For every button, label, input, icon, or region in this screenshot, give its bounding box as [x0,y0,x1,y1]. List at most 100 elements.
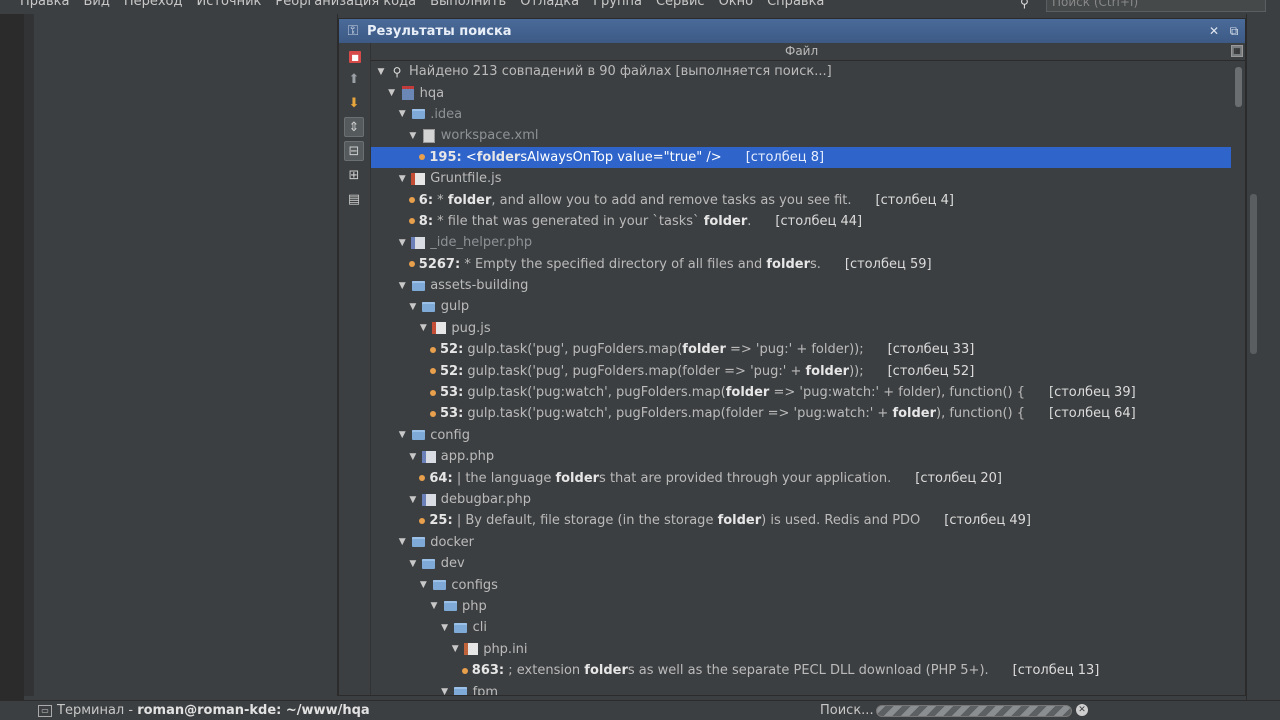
tree-node[interactable]: ▼ docker [371,532,1231,553]
tree-node[interactable]: ▼ assets-building [371,275,1231,296]
tree-node[interactable]: ▼ fpm [371,681,1231,695]
expand-arrow-icon[interactable]: ▼ [439,687,451,695]
match-row[interactable]: 8: * file that was generated in your `ta… [371,211,1231,232]
tree-node[interactable]: ▼ gulp [371,296,1231,317]
match-row[interactable]: 25: | By default, file storage (in the s… [371,510,1231,531]
menu-item[interactable]: Окно [719,0,754,9]
expand-arrow-icon[interactable]: ▼ [396,281,408,291]
tree-node[interactable]: ▼ hqa [371,82,1231,103]
match-row[interactable]: 64: | the language folders that are prov… [371,467,1231,488]
tree-node[interactable]: ▼ app.php [371,446,1231,467]
expand-arrow-icon[interactable]: ▼ [407,452,419,462]
tree-node[interactable]: ▼ workspace.xml [371,125,1231,146]
stop-icon[interactable]: ■ [349,51,361,63]
tree-icon[interactable]: ⊞ [344,165,364,185]
match-row[interactable]: 6: * folder, and allow you to add and re… [371,189,1231,210]
tree-node[interactable]: ▼ .idea [371,104,1231,125]
terminal-icon[interactable]: ▭ [38,704,52,717]
close-icon[interactable]: ✕ [1205,24,1223,38]
expand-arrow-icon[interactable]: ▼ [396,537,408,547]
match-row[interactable]: 5267: * Empty the specified directory of… [371,254,1231,275]
match-row[interactable]: 52: gulp.task('pug', pugFolders.map(fold… [371,360,1231,381]
arrow-up-icon[interactable]: ⬆ [344,69,364,89]
menu-item[interactable]: Отладка [520,0,579,9]
column-info: [столбец 8] [745,149,825,165]
tree-node[interactable]: ▼ php [371,596,1231,617]
php-icon [421,493,437,507]
ini-icon [463,642,479,656]
expand-arrow-icon[interactable]: ▼ [386,88,398,98]
arrow-down-icon[interactable]: ⬇ [344,93,364,113]
menu-item[interactable]: Сервис [656,0,705,9]
match-prefix: gulp.task('pug', pugFolders.map( [463,342,683,358]
menu-item[interactable]: Справка [767,0,824,9]
tree-node[interactable]: ▼ config [371,425,1231,446]
menu-item[interactable]: Выполнить [430,0,506,9]
expand-arrow-icon[interactable]: ▼ [396,174,408,184]
tree-node[interactable]: ▼ pug.js [371,318,1231,339]
match-highlight: folder [717,513,762,529]
menu-item[interactable]: Вид [83,0,109,9]
scrollbar-thumb[interactable] [1235,67,1242,107]
match-text: 8: * file that was generated in your `ta… [419,214,752,229]
expand-arrow-icon[interactable]: ▼ [396,109,408,119]
tree-node[interactable]: ▼ dev [371,553,1231,574]
expand-icon[interactable]: ⇕ [344,117,364,137]
menu-item[interactable]: Переход [124,0,183,9]
match-suffix: s as well as the separate PECL DLL downl… [627,663,989,679]
match-suffix: ) is used. Redis and PDO [761,513,921,529]
expand-arrow-icon[interactable]: ▼ [428,601,440,611]
match-row[interactable]: 53: gulp.task('pug:watch', pugFolders.ma… [371,382,1231,403]
line-number: 52: [440,342,464,358]
group-icon[interactable]: ⊟ [344,141,364,161]
expand-arrow-icon[interactable]: ▼ [439,623,451,633]
global-search-input[interactable]: Поиск (Ctrl+I) [1046,0,1266,12]
search-summary: Найдено 213 совпадений в 90 файлах [выпо… [409,64,832,80]
match-row[interactable]: 195: <foldersAlwaysOnTop value="true" />… [371,146,1231,168]
tree-node[interactable]: ▼ configs [371,574,1231,595]
menu-item[interactable]: Реорганизация кода [275,0,416,9]
expand-arrow-icon[interactable]: ▼ [396,430,408,440]
folder-icon [421,300,437,314]
match-suffix: => 'pug:' + folder)); [725,342,864,358]
tree-node[interactable]: ▼ php.ini [371,639,1231,660]
menu-item[interactable]: Правка [20,0,69,9]
expand-arrow-icon[interactable]: ▼ [407,131,419,141]
expand-arrow-icon[interactable]: ▼ [417,580,429,590]
results-titlebar[interactable]: ⚿ Результаты поиска ✕ ⧉ [339,19,1245,43]
folder-icon [442,599,458,613]
column-settings-icon[interactable]: ▦ [1231,45,1243,57]
menu-item[interactable]: Группа [593,0,642,9]
results-scrollbar[interactable] [1232,61,1244,695]
summary-row[interactable]: ▼ Найдено 213 совпадений в 90 файлах [вып… [371,61,1231,82]
expand-arrow-icon[interactable]: ▼ [396,238,408,248]
match-row[interactable]: 52: gulp.task('pug', pugFolders.map(fold… [371,339,1231,360]
match-prefix: | By default, file storage (in the stora… [452,513,718,529]
expand-arrow-icon[interactable]: ▼ [375,67,387,77]
expand-arrow-icon[interactable]: ▼ [407,559,419,569]
editor-scrollbar-thumb[interactable] [1250,194,1257,354]
expand-arrow-icon[interactable]: ▼ [407,302,419,312]
tree-node[interactable]: ▼ Gruntfile.js [371,168,1231,189]
match-suffix: => 'pug:watch:' + folder), function() { [769,385,1025,401]
tree-node[interactable]: ▼ cli [371,617,1231,638]
expand-arrow-icon[interactable]: ▼ [417,323,429,333]
global-search[interactable]: ⚲ Поиск (Ctrl+I) [1020,0,1266,12]
cancel-icon[interactable]: ✕ [1076,704,1088,716]
expand-arrow-icon[interactable]: ▼ [407,495,419,505]
match-row[interactable]: 53: gulp.task('pug:watch', pugFolders.ma… [371,403,1231,424]
line-number: 25: [429,513,453,529]
restore-icon[interactable]: ⧉ [1225,24,1243,39]
line-number: 8: [418,213,434,229]
match-row[interactable]: 863: ; extension folders as well as the … [371,660,1231,681]
tree-node[interactable]: ▼ _ide_helper.php [371,232,1231,253]
file-icon[interactable]: ▤ [344,189,364,209]
match-dot-icon [430,368,436,375]
tree-node[interactable]: ▼ debugbar.php [371,489,1231,510]
search-icon[interactable]: ⚲ [1020,0,1038,10]
terminal-tab[interactable]: Терминал - roman@roman-kde: ~/www/hqa [57,703,370,718]
menu-item[interactable]: Источник [197,0,262,9]
expand-arrow-icon[interactable]: ▼ [449,644,461,654]
match-highlight: folder [476,149,521,165]
folder-icon [453,621,469,635]
